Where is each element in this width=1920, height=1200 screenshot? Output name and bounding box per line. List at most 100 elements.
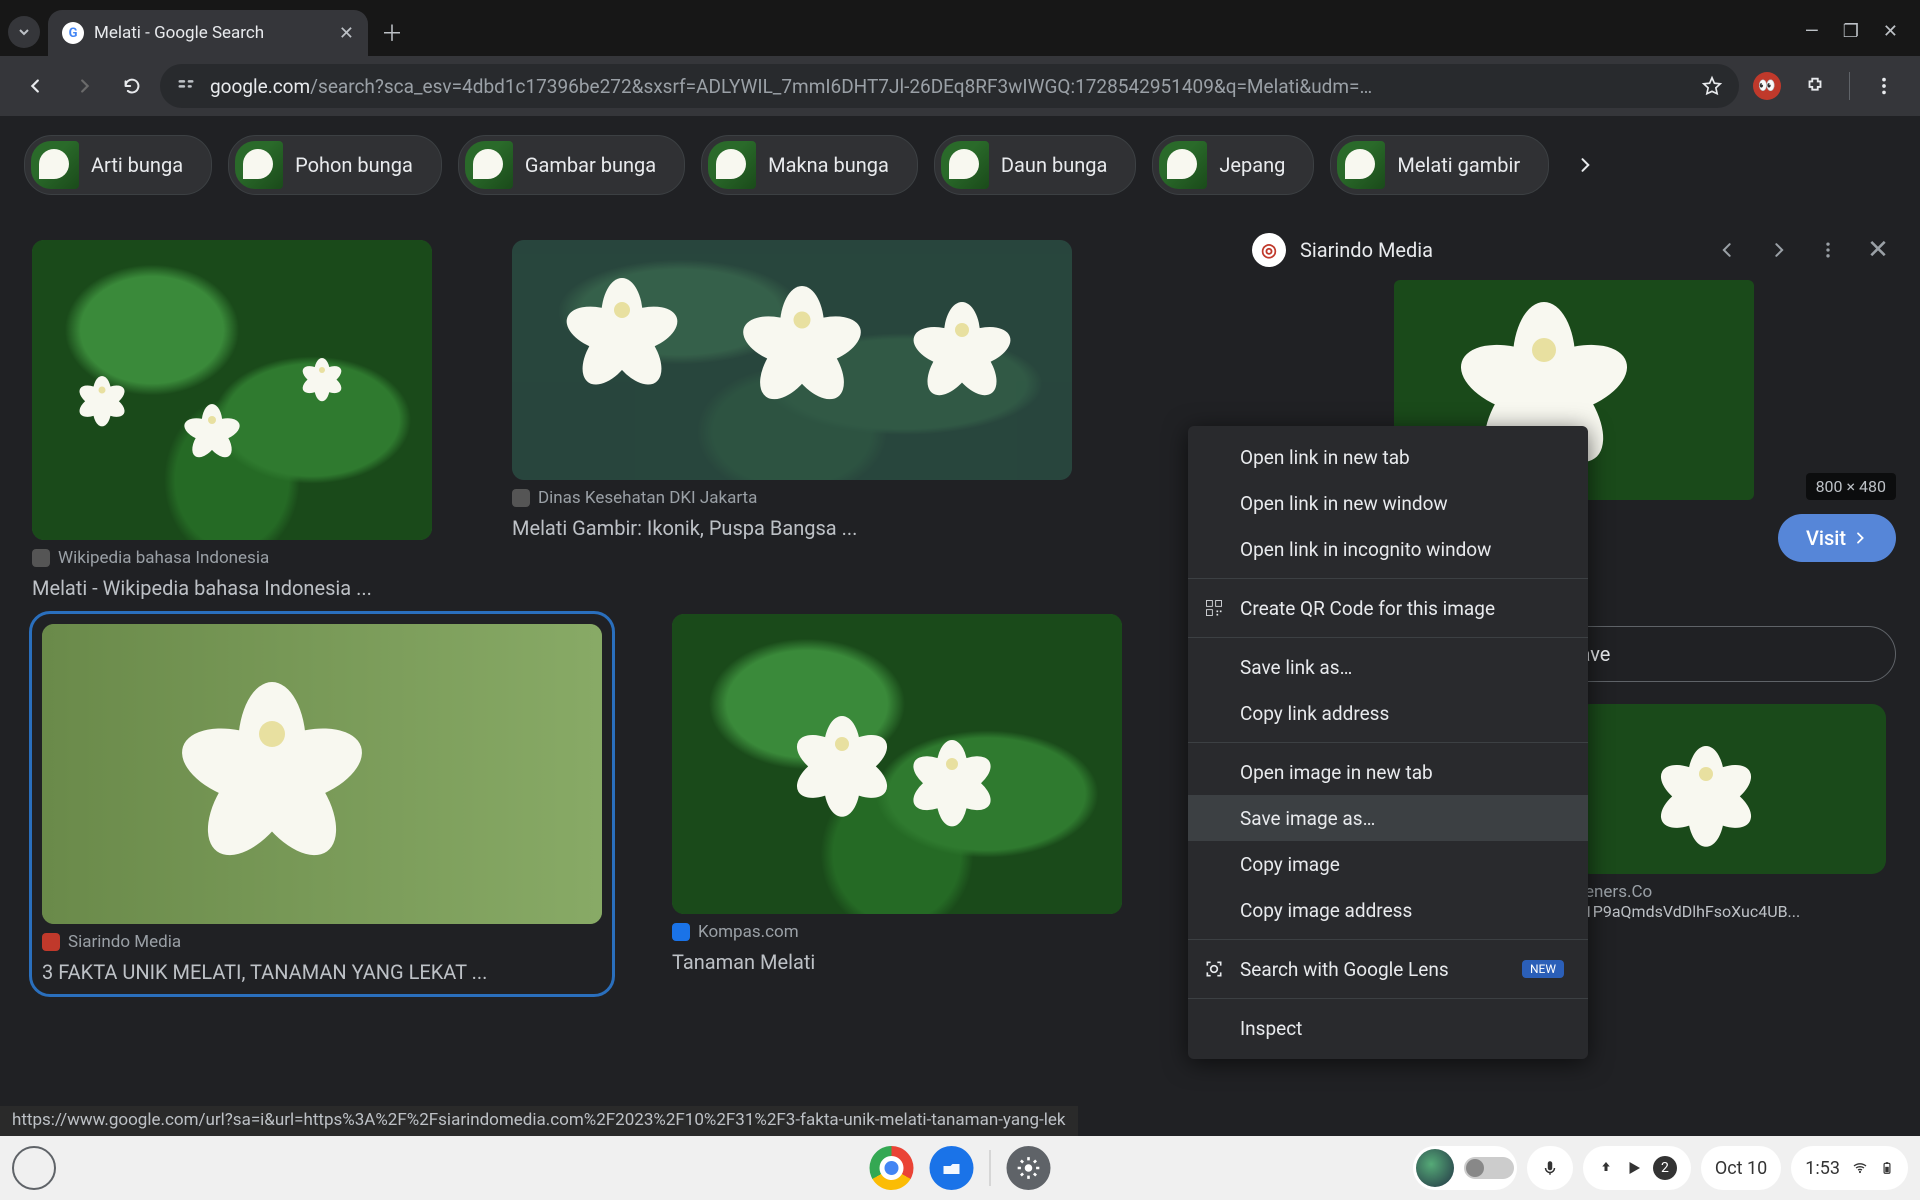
chip-thumb-icon [465,141,513,189]
visit-button[interactable]: Visit [1778,514,1896,562]
chip-daun-bunga[interactable]: Daun bunga [934,135,1136,195]
result-image[interactable] [32,240,432,540]
nav-reload-button[interactable] [112,66,152,106]
chips-scroll-right-icon[interactable] [1565,145,1605,185]
tab-title: Melati - Google Search [94,23,329,43]
related-chips-row: Arti bunga Pohon bunga Gambar bunga Makn… [0,120,1920,210]
source-favicon-icon [32,549,50,567]
site-info-icon[interactable] [176,76,196,96]
lens-icon [1204,959,1226,979]
ctx-open-image-new-tab[interactable]: Open image in new tab [1188,749,1588,795]
browser-menu-icon[interactable] [1864,66,1904,106]
result-image[interactable] [42,624,602,924]
ctx-open-link-new-tab[interactable]: Open link in new tab [1188,434,1588,480]
chip-label: Pohon bunga [295,153,413,177]
tab-favicon-google-icon: G [62,22,84,44]
result-source: Kompas.com [672,922,1122,942]
shelf: 2 Oct 10 1:53 [0,1136,1920,1200]
ctx-separator [1188,939,1588,940]
toolbar-separator [1849,72,1850,100]
ctx-open-link-incognito[interactable]: Open link in incognito window [1188,526,1588,572]
new-badge: NEW [1522,960,1564,978]
ctx-search-google-lens[interactable]: Search with Google Lens NEW [1188,946,1588,992]
context-menu: Open link in new tab Open link in new wi… [1188,426,1588,1059]
omnibox-url: google.com/search?sca_esv=4dbd1c17396be2… [210,75,1687,98]
panel-prev-icon[interactable] [1710,232,1746,268]
result-card-selected[interactable]: Siarindo Media 3 FAKTA UNIK MELATI, TANA… [32,614,612,994]
chip-melati-gambir[interactable]: Melati gambir [1330,135,1549,195]
ctx-copy-image[interactable]: Copy image [1188,841,1588,887]
panel-source-name[interactable]: Siarindo Media [1300,238,1696,262]
tray-quick-settings[interactable]: 2 [1583,1146,1691,1190]
nav-forward-button[interactable] [64,66,104,106]
visit-button-label: Visit [1806,526,1846,550]
related-image[interactable] [1576,704,1886,874]
chip-thumb-icon [1337,141,1385,189]
ctx-open-link-new-window[interactable]: Open link in new window [1188,480,1588,526]
ctx-copy-image-address[interactable]: Copy image address [1188,887,1588,933]
result-image[interactable] [672,614,1122,914]
ctx-create-qr-code[interactable]: Create QR Code for this image [1188,585,1588,631]
omnibox[interactable]: google.com/search?sca_esv=4dbd1c17396be2… [160,64,1739,108]
chip-jepang[interactable]: Jepang [1152,135,1314,195]
image-results-grid: Wikipedia bahasa Indonesia Melati - Wiki… [0,210,1240,1136]
qr-code-icon [1204,598,1226,618]
result-card[interactable]: Dinas Kesehatan DKI Jakarta Melati Gambi… [512,240,1072,600]
chip-label: Gambar bunga [525,153,656,177]
browser-tab[interactable]: G Melati - Google Search ✕ [48,10,368,56]
panel-more-icon[interactable] [1810,232,1846,268]
ctx-separator [1188,998,1588,999]
related-card[interactable]: eeners.Co v1P9aQmdsVdDlhFsoXuc4UB... [1576,704,1886,921]
status-bar-link: https://www.google.com/url?sa=i&url=http… [0,1106,1078,1136]
result-card[interactable]: Kompas.com Tanaman Melati [672,614,1122,994]
nav-back-button[interactable] [16,66,56,106]
panel-next-icon[interactable] [1760,232,1796,268]
tray-status[interactable]: 1:53 [1791,1146,1908,1190]
chip-thumb-icon [941,141,989,189]
toggle-switch[interactable] [1464,1157,1514,1179]
source-favicon-icon [672,923,690,941]
tray-date[interactable]: Oct 10 [1701,1146,1781,1190]
browser-toolbar: google.com/search?sca_esv=4dbd1c17396be2… [0,56,1920,116]
shelf-chrome-icon[interactable] [870,1146,914,1190]
titlebar: G Melati - Google Search ✕ ＋ — ❐ ✕ [0,0,1920,56]
window-minimize-button[interactable]: — [1805,21,1819,42]
chip-thumb-icon [708,141,756,189]
main-content: Wikipedia bahasa Indonesia Melati - Wiki… [0,210,1920,1136]
extension-dino-icon[interactable]: 👀 [1747,66,1787,106]
result-card[interactable]: Wikipedia bahasa Indonesia Melati - Wiki… [32,240,432,600]
ctx-save-image-as[interactable]: Save image as… [1188,795,1588,841]
extensions-icon[interactable] [1795,66,1835,106]
ctx-save-link-as[interactable]: Save link as… [1188,644,1588,690]
result-image[interactable] [512,240,1072,480]
chip-pohon-bunga[interactable]: Pohon bunga [228,135,442,195]
chip-arti-bunga[interactable]: Arti bunga [24,135,212,195]
tray-account-toggle[interactable] [1413,1146,1517,1190]
shelf-settings-icon[interactable] [1007,1146,1051,1190]
window-maximize-button[interactable]: ❐ [1843,21,1859,42]
clock: 1:53 [1805,1158,1840,1179]
result-title: Melati Gambir: Ikonik, Puspa Bangsa ... [512,516,1072,540]
ctx-separator [1188,637,1588,638]
bookmark-star-icon[interactable] [1701,75,1723,97]
new-tab-button[interactable]: ＋ [376,16,408,48]
play-icon [1625,1159,1643,1177]
window-close-button[interactable]: ✕ [1883,21,1898,42]
result-title: Tanaman Melati [672,950,1122,974]
chip-gambar-bunga[interactable]: Gambar bunga [458,135,685,195]
chip-label: Jepang [1219,153,1285,177]
launcher-icon[interactable] [12,1146,56,1190]
tray-dictation-icon[interactable] [1527,1146,1573,1190]
chip-makna-bunga[interactable]: Makna bunga [701,135,918,195]
ctx-copy-link-address[interactable]: Copy link address [1188,690,1588,736]
tab-close-icon[interactable]: ✕ [339,23,354,44]
result-source: Siarindo Media [42,932,602,952]
avatar-icon [1416,1149,1454,1187]
ctx-inspect[interactable]: Inspect [1188,1005,1588,1051]
chip-thumb-icon [235,141,283,189]
panel-close-icon[interactable]: ✕ [1860,232,1896,268]
related-caption: v1P9aQmdsVdDlhFsoXuc4UB... [1576,902,1886,921]
shelf-files-icon[interactable] [930,1146,974,1190]
ctx-separator [1188,742,1588,743]
tab-search-button[interactable] [8,16,40,48]
